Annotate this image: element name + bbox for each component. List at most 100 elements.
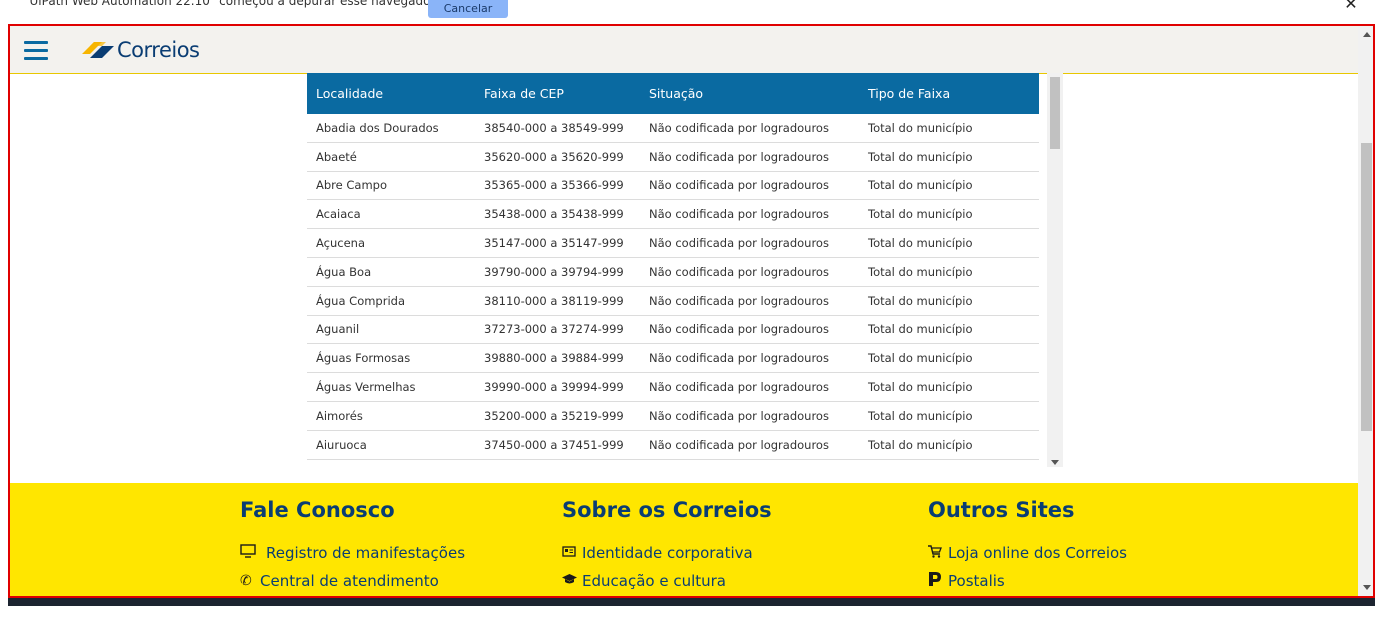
footer-link-label: Educação e cultura (582, 572, 726, 590)
cell-faixa-cep: 39790-000 a 39794-999 (484, 264, 624, 279)
column-header-tipo-faixa: Tipo de Faixa (868, 86, 951, 101)
shopping-cart-icon (928, 544, 948, 562)
table-scrollbar-thumb[interactable] (1050, 77, 1060, 149)
footer-title-fale-conosco: Fale Conosco (240, 498, 395, 522)
table-scrollbar[interactable] (1047, 73, 1063, 467)
cell-tipo-faixa: Total do município (868, 351, 973, 366)
table-row: Abre Campo 35365-000 a 35366-999 Não codif… (307, 172, 1039, 201)
column-header-situacao: Situação (649, 86, 704, 101)
taskbar-strip (8, 598, 1375, 606)
footer-link-central[interactable]: ✆ Central de atendimento (240, 567, 465, 595)
cell-localidade: Acaiaca (316, 207, 361, 222)
cell-tipo-faixa: Total do município (868, 437, 973, 452)
cell-faixa-cep: 39990-000 a 39994-999 (484, 380, 624, 395)
cell-faixa-cep: 35365-000 a 35366-999 (484, 178, 624, 193)
cell-tipo-faixa: Total do município (868, 264, 973, 279)
cell-faixa-cep: 37450-000 a 37451-999 (484, 437, 624, 452)
cell-tipo-faixa: Total do município (868, 207, 973, 222)
cell-localidade: Águas Vermelhas (316, 380, 416, 395)
cell-tipo-faixa: Total do município (868, 380, 973, 395)
cell-localidade: Aguanil (316, 322, 360, 337)
footer-col-outros: Outros Sites Loja online dos Correios Po… (928, 498, 1127, 595)
cell-tipo-faixa: Total do município (868, 322, 973, 337)
footer-link-label: Postalis (948, 572, 1005, 590)
table-row: Aimorés 35200-000 a 35219-999 Não codifica… (307, 402, 1039, 431)
cell-faixa-cep: 39880-000 a 39884-999 (484, 351, 624, 366)
cell-tipo-faixa: Total do município (868, 408, 973, 423)
table-row: Açucena 35147-000 a 35147-999 Não codifica… (307, 229, 1039, 258)
cell-localidade: Água Boa (316, 264, 372, 279)
close-icon[interactable]: ✕ (1341, 0, 1361, 14)
page-scrollbar-thumb[interactable] (1361, 143, 1372, 431)
cell-faixa-cep: 38540-000 a 38549-999 (484, 120, 624, 135)
footer-link-postalis[interactable]: Postalis (928, 567, 1127, 595)
cell-faixa-cep: 35147-000 a 35147-999 (484, 236, 624, 251)
cell-faixa-cep: 37273-000 a 37274-999 (484, 322, 624, 337)
debug-infobar: "UiPath Web Automation 22.10" começou a … (0, 0, 1382, 22)
cell-localidade: Abaeté (316, 149, 357, 164)
cancel-button[interactable]: Cancelar (428, 0, 508, 18)
hamburger-menu-icon[interactable] (24, 41, 50, 60)
site-header: Correios (10, 26, 1358, 74)
page-viewport: Correios Localidade Faixa de CEP Situaçã… (8, 24, 1375, 598)
cell-localidade: Abre Campo (316, 178, 387, 193)
scroll-up-arrow-icon[interactable] (1363, 32, 1371, 37)
cell-faixa-cep: 35438-000 a 35438-999 (484, 207, 624, 222)
cell-situacao: Não codificada por logradouros (649, 178, 829, 193)
cell-situacao: Não codificada por logradouros (649, 351, 829, 366)
footer-title-sobre: Sobre os Correios (562, 498, 772, 522)
site-footer: Fale Conosco Registro de manifestações ✆… (10, 483, 1358, 596)
scroll-down-arrow-icon[interactable] (1051, 460, 1059, 465)
cell-localidade: Aiuruoca (316, 437, 367, 452)
cell-faixa-cep: 38110-000 a 38119-999 (484, 293, 624, 308)
footer-col-fale-conosco: Fale Conosco Registro de manifestações ✆… (240, 498, 465, 595)
table-row: Abaeté 35620-000 a 35620-999 Não codificad… (307, 143, 1039, 172)
cell-localidade: Aimorés (316, 408, 363, 423)
cell-situacao: Não codificada por logradouros (649, 437, 829, 452)
cell-tipo-faixa: Total do município (868, 120, 973, 135)
cell-situacao: Não codificada por logradouros (649, 408, 829, 423)
cell-localidade: Abadia dos Dourados (316, 120, 439, 135)
graduation-cap-icon (562, 573, 582, 589)
debug-message: "UiPath Web Automation 22.10" começou a … (24, 0, 436, 8)
page-scrollbar[interactable] (1358, 26, 1373, 596)
footer-link-label: Loja online dos Correios (948, 544, 1127, 562)
cell-localidade: Água Comprida (316, 293, 405, 308)
monitor-icon (240, 544, 260, 562)
cell-tipo-faixa: Total do município (868, 149, 973, 164)
cep-table: Localidade Faixa de CEP Situação Tipo de… (307, 73, 1039, 460)
column-header-faixa-cep: Faixa de CEP (484, 86, 564, 101)
table-row: Aguanil 37273-000 a 37274-999 Não codifica… (307, 316, 1039, 345)
cell-localidade: Açucena (316, 236, 366, 251)
footer-link-label: Central de atendimento (260, 572, 439, 590)
table-body: Abadia dos Dourados 38540-000 a 38549-999… (307, 114, 1039, 460)
postalis-icon (928, 572, 948, 590)
cell-situacao: Não codificada por logradouros (649, 380, 829, 395)
cep-table-container[interactable]: Localidade Faixa de CEP Situação Tipo de… (307, 73, 1066, 467)
footer-link-identidade[interactable]: Identidade corporativa (562, 539, 772, 567)
footer-link-loja[interactable]: Loja online dos Correios (928, 539, 1127, 567)
table-row: Águas Formosas 39880-000 a 39884-999 Não c… (307, 344, 1039, 374)
cell-localidade: Águas Formosas (316, 351, 411, 366)
cell-situacao: Não codificada por logradouros (649, 207, 829, 222)
cell-faixa-cep: 35620-000 a 35620-999 (484, 149, 624, 164)
cell-tipo-faixa: Total do município (868, 293, 973, 308)
footer-col-sobre: Sobre os Correios Identidade corporativa… (562, 498, 772, 595)
cell-situacao: Não codificada por logradouros (649, 293, 829, 308)
footer-link-registro[interactable]: Registro de manifestações (240, 539, 465, 567)
cell-tipo-faixa: Total do município (868, 236, 973, 251)
id-card-icon (562, 545, 582, 561)
table-row: Abadia dos Dourados 38540-000 a 38549-999… (307, 114, 1039, 143)
cell-situacao: Não codificada por logradouros (649, 149, 829, 164)
correios-logo[interactable]: Correios (80, 36, 200, 64)
cell-faixa-cep: 35200-000 a 35219-999 (484, 408, 624, 423)
logo-text: Correios (117, 38, 200, 62)
table-row: Acaiaca 35438-000 a 35438-999 Não codifica… (307, 200, 1039, 230)
footer-link-educacao[interactable]: Educação e cultura (562, 567, 772, 595)
phone-icon: ✆ (240, 573, 252, 589)
cell-situacao: Não codificada por logradouros (649, 264, 829, 279)
footer-link-label: Registro de manifestações (266, 544, 466, 562)
scroll-down-arrow-icon[interactable] (1363, 585, 1371, 590)
table-row: Água Boa 39790-000 a 39794-999 Não codific… (307, 258, 1039, 287)
cell-situacao: Não codificada por logradouros (649, 120, 829, 135)
